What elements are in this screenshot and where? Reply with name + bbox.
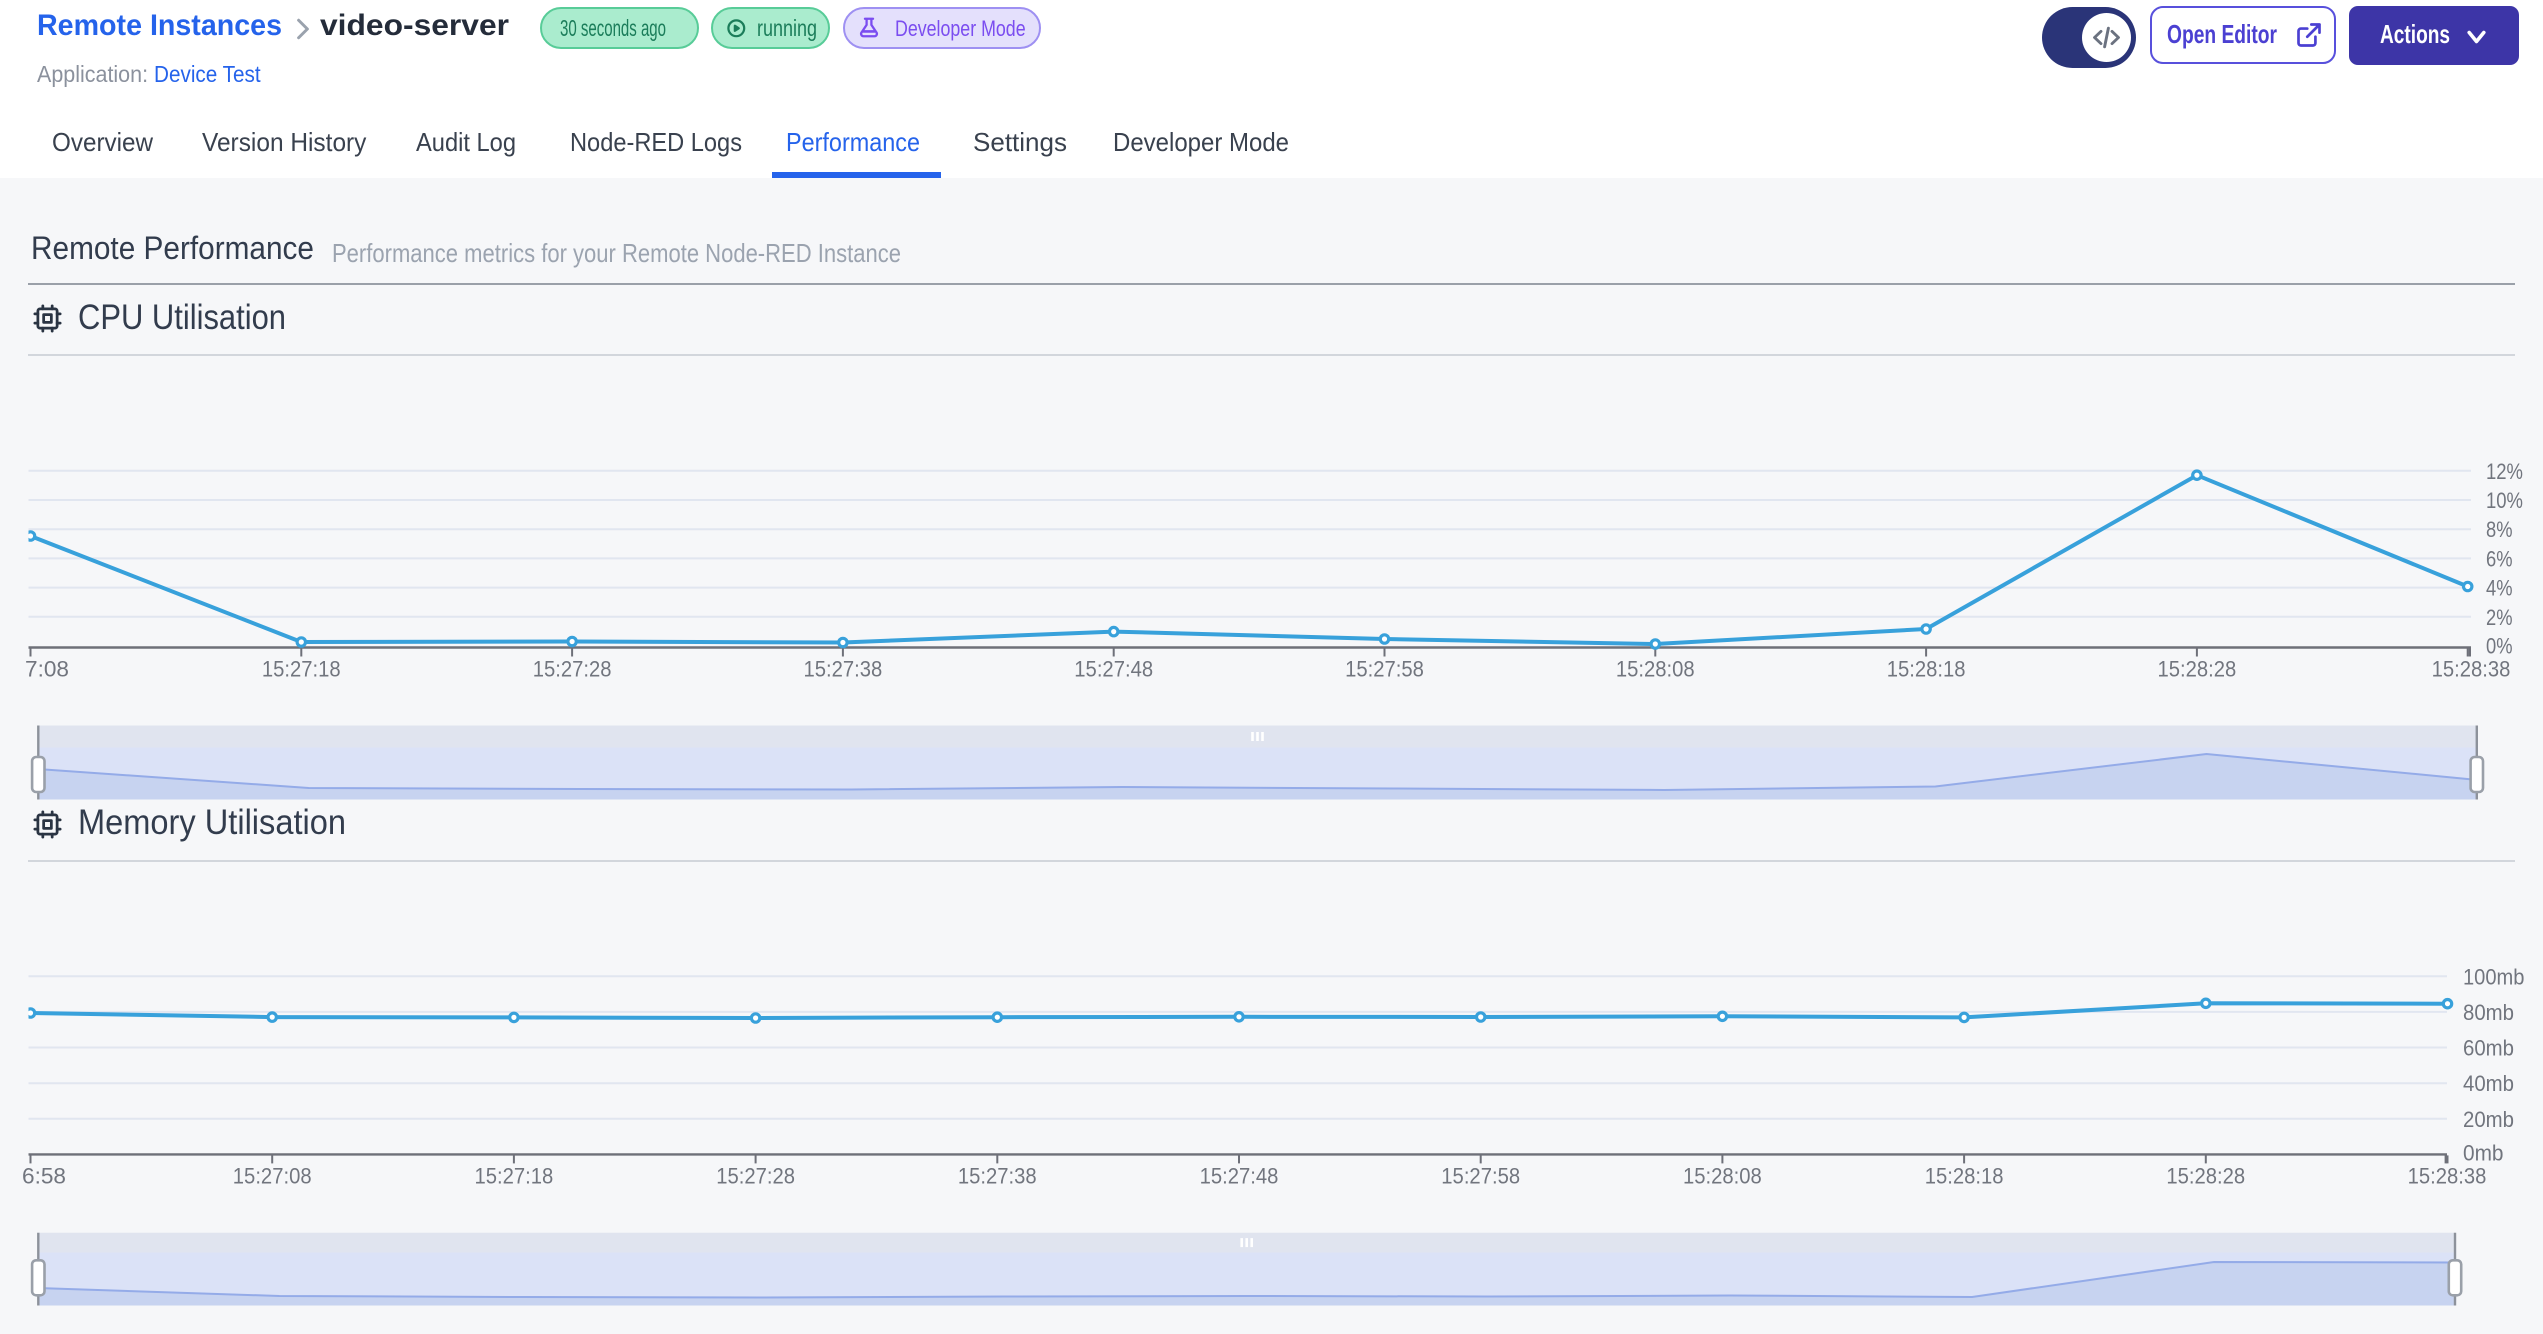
svg-text:20mb: 20mb xyxy=(2463,1107,2514,1132)
svg-text:15:27:48: 15:27:48 xyxy=(1200,1163,1279,1188)
svg-text:15:27:08: 15:27:08 xyxy=(233,1163,312,1188)
svg-text:15:28:08: 15:28:08 xyxy=(1683,1163,1762,1188)
svg-text:15:27:38: 15:27:38 xyxy=(958,1163,1037,1188)
svg-text:100mb: 100mb xyxy=(2463,964,2525,989)
svg-text:15:28:28: 15:28:28 xyxy=(2166,1163,2245,1188)
svg-text:15:28:18: 15:28:18 xyxy=(1925,1163,2004,1188)
svg-text:15:27:18: 15:27:18 xyxy=(475,1163,554,1188)
svg-text:40mb: 40mb xyxy=(2463,1071,2514,1096)
svg-text:6:58: 6:58 xyxy=(22,1163,66,1188)
svg-text:0mb: 0mb xyxy=(2463,1140,2504,1165)
svg-text:15:28:38: 15:28:38 xyxy=(2408,1163,2487,1188)
svg-text:15:27:58: 15:27:58 xyxy=(1441,1163,1520,1188)
svg-text:15:27:28: 15:27:28 xyxy=(716,1163,795,1188)
svg-text:80mb: 80mb xyxy=(2463,1000,2514,1025)
svg-text:60mb: 60mb xyxy=(2463,1036,2514,1061)
